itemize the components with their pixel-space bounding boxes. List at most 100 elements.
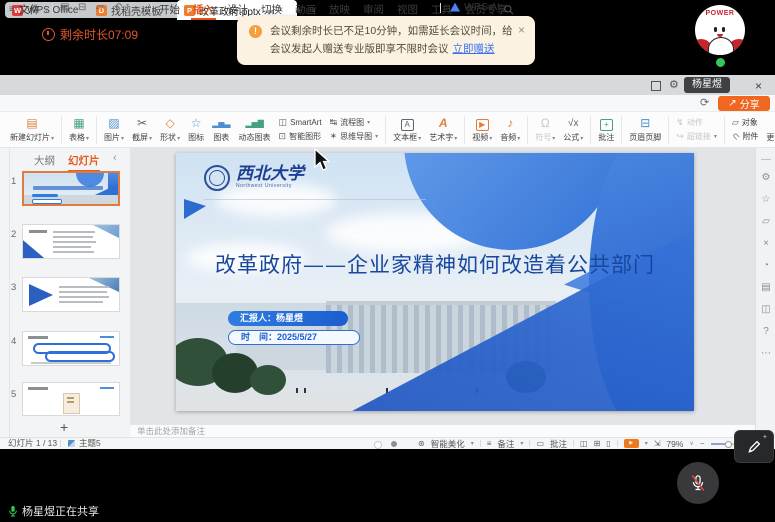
video-button[interactable]: ▶ 视频 xyxy=(468,114,496,146)
dynamic-chart-icon: ▂▅▇ xyxy=(245,116,263,131)
more-materials-button[interactable]: ⊞ 更多素材 xyxy=(762,114,775,146)
smart-graphic-button[interactable]: ⊡ 智能图形 xyxy=(279,131,322,142)
textbox-button[interactable]: A 文本框 xyxy=(389,114,425,146)
sidebar-image-icon[interactable]: ▤ xyxy=(756,282,775,293)
annotation-pen-button[interactable]: + xyxy=(734,430,774,463)
user-tooltip: 杨星煜 xyxy=(684,77,730,93)
table-button[interactable]: ▦ 表格 xyxy=(65,114,93,146)
participant-avatar[interactable]: POWER xyxy=(695,5,745,55)
slide-thumbnail-1[interactable] xyxy=(22,171,120,206)
add-slide-button[interactable]: + xyxy=(60,419,68,435)
sync-icon[interactable]: ⟳ xyxy=(700,96,709,109)
smartart-button[interactable]: ◫ SmartArt xyxy=(279,117,322,128)
attachment-button[interactable]: ⊂ 附件 xyxy=(732,131,759,142)
zoom-out-icon[interactable]: − xyxy=(700,439,705,448)
image-button[interactable]: ▨ 图片 xyxy=(100,114,128,146)
notes-button[interactable]: 备注 xyxy=(497,438,514,450)
screenshot-button[interactable]: ✂ 截屏 xyxy=(128,114,156,146)
wordart-button[interactable]: A 艺术字 xyxy=(425,114,461,146)
wps-ai-logo-icon xyxy=(450,3,460,12)
reading-view-icon[interactable]: ▯ xyxy=(606,439,610,448)
save-button[interactable]: ▤ xyxy=(60,2,69,13)
shapes-button[interactable]: ◇ 形状 xyxy=(156,114,184,146)
tab-insert[interactable]: 插入 xyxy=(191,1,216,20)
mic-muted-icon xyxy=(688,473,708,493)
undo-caret-icon[interactable]: ▾ xyxy=(126,2,129,9)
object-button[interactable]: ▱ 对象 xyxy=(732,117,759,128)
play-slideshow-button[interactable]: ▶ xyxy=(624,439,639,448)
slide-thumbnail-3[interactable] xyxy=(22,277,120,312)
sidebar-help-icon[interactable]: ? xyxy=(756,326,775,337)
window-settings-icon[interactable]: ⚙ xyxy=(669,78,679,91)
print-button[interactable]: ⊟ xyxy=(78,2,86,13)
slides-tab[interactable]: 幻灯片 xyxy=(68,153,100,172)
audio-icon: ♪ xyxy=(507,116,513,131)
zoom-level[interactable]: 79% xyxy=(666,439,683,449)
wps-ai-button[interactable]: WPS AI xyxy=(450,1,500,13)
hamburger-icon: ≡ xyxy=(9,4,15,15)
comment-button[interactable]: + 批注 xyxy=(594,114,618,146)
object-group: ▱ 对象 ⊂ 附件 xyxy=(728,114,763,146)
slide-thumbnail-5[interactable] xyxy=(22,382,120,416)
chart-button[interactable]: ▂▅▃ 图表 xyxy=(208,114,234,146)
slide-canvas[interactable]: 西北大学 Northwest University 改革政府——企业家精神如何改… xyxy=(176,153,694,411)
action-icon: ↯ xyxy=(676,117,684,128)
dynamic-chart-button[interactable]: ▂▅▇ 动态图表 xyxy=(235,114,275,146)
redo-button[interactable]: ↷ xyxy=(134,2,142,13)
new-slide-button[interactable]: ▤ 新建幻灯片 xyxy=(6,114,58,146)
sidebar-cut-icon[interactable]: × xyxy=(756,238,775,249)
normal-view-icon[interactable]: ◫ xyxy=(580,439,588,448)
slide-sorter-icon[interactable]: ⊞ xyxy=(594,439,601,448)
flowchart-button[interactable]: ↹ 流程图 xyxy=(330,117,379,128)
header-footer-button[interactable]: ⊟ 页眉页脚 xyxy=(625,114,665,146)
sidebar-more-icon[interactable]: ⋯ xyxy=(756,348,775,359)
slide-thumbnail-2[interactable] xyxy=(22,224,120,259)
notes-lines-icon[interactable]: ≡ xyxy=(487,439,492,448)
symbol-button[interactable]: Ω 符号 xyxy=(531,114,559,146)
editing-canvas-area: 西北大学 Northwest University 改革政府——企业家精神如何改… xyxy=(130,148,755,424)
video-icon: ▶ xyxy=(476,116,489,131)
formula-button[interactable]: √x 公式 xyxy=(559,114,587,146)
banner-close-icon[interactable]: × xyxy=(518,23,525,37)
slide-number: 2 xyxy=(11,229,16,240)
slide-thumbnail-4[interactable] xyxy=(22,331,120,366)
outline-tab[interactable]: 大纲 xyxy=(34,153,55,168)
smartart-group: ◫ SmartArt ⊡ 智能图形 xyxy=(275,114,326,146)
theme-label[interactable]: 主题5 xyxy=(79,438,101,449)
beautify-button[interactable]: 智能美化 xyxy=(431,438,465,450)
window-restore-icon[interactable] xyxy=(651,81,661,91)
fullscreen-icon[interactable]: ⇲ xyxy=(654,439,661,448)
icon-library-button[interactable]: ☆ 图标 xyxy=(184,114,208,146)
window-close-icon[interactable]: × xyxy=(755,79,762,93)
sidebar-star-icon[interactable]: ☆ xyxy=(756,194,775,205)
sidebar-settings-icon[interactable]: ⚙ xyxy=(756,172,775,183)
sidebar-shapes-icon[interactable]: ▱ xyxy=(756,216,775,227)
image-icon: ▨ xyxy=(108,116,119,131)
gift-pro-link[interactable]: 立即赠送 xyxy=(453,43,495,55)
slide-counter: 幻灯片 1 / 13 xyxy=(8,438,57,449)
indicator-dot xyxy=(374,441,382,449)
tab-start[interactable]: 开始 xyxy=(157,1,182,20)
beautify-icon[interactable]: ⊛ xyxy=(418,439,425,448)
audio-button[interactable]: ♪ 音频 xyxy=(496,114,524,146)
undo-button[interactable]: ↶ xyxy=(114,2,122,13)
comment-button-status[interactable]: 批注 xyxy=(550,438,567,450)
mindmap-button[interactable]: ✶ 思维导图 xyxy=(330,131,379,142)
zoom-slider-thumb[interactable] xyxy=(725,441,732,448)
notes-placeholder[interactable]: 单击此处添加备注 xyxy=(130,424,755,437)
university-logo: 西北大学 Northwest University xyxy=(204,165,304,191)
sidebar-history-icon[interactable]: ◔ xyxy=(756,260,775,271)
sidebar-layout-icon[interactable]: ◫ xyxy=(756,304,775,315)
microphone-muted-button[interactable] xyxy=(677,462,719,504)
action-button[interactable]: ↯ 动作 xyxy=(676,117,717,128)
comment-icon: + xyxy=(600,116,613,131)
file-menu[interactable]: ≡ 文件 ∨ xyxy=(9,2,49,17)
comment-box-icon[interactable]: ▭ xyxy=(536,439,544,448)
sidebar-handle[interactable]: — xyxy=(756,154,775,165)
collapse-panel-icon[interactable]: ‹ xyxy=(113,152,117,164)
export-button[interactable]: ▱ xyxy=(96,2,104,13)
flowchart-icon: ↹ xyxy=(330,117,338,128)
hyperlink-button[interactable]: ↪ 超链接 xyxy=(676,131,717,142)
slide-title: 改革政府——企业家精神如何改造着公共部门 xyxy=(176,249,694,279)
share-button[interactable]: ↗ 分享 xyxy=(718,96,770,111)
